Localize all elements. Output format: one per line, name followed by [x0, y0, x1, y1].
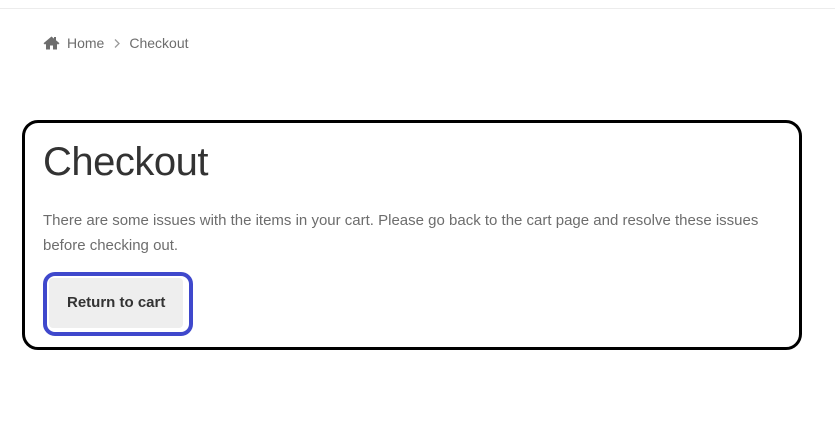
chevron-right-icon [114, 35, 121, 51]
breadcrumb-home-link[interactable]: Home [43, 35, 104, 51]
breadcrumb-current: Checkout [129, 35, 189, 51]
breadcrumb: Home Checkout [43, 34, 189, 52]
home-icon [43, 36, 60, 50]
return-to-cart-button[interactable]: Return to cart [49, 278, 183, 328]
cart-issues-message: There are some issues with the items in … [43, 212, 759, 254]
breadcrumb-home-label: Home [67, 35, 105, 51]
header-bar [0, 0, 835, 9]
page-title: Checkout [43, 140, 208, 184]
